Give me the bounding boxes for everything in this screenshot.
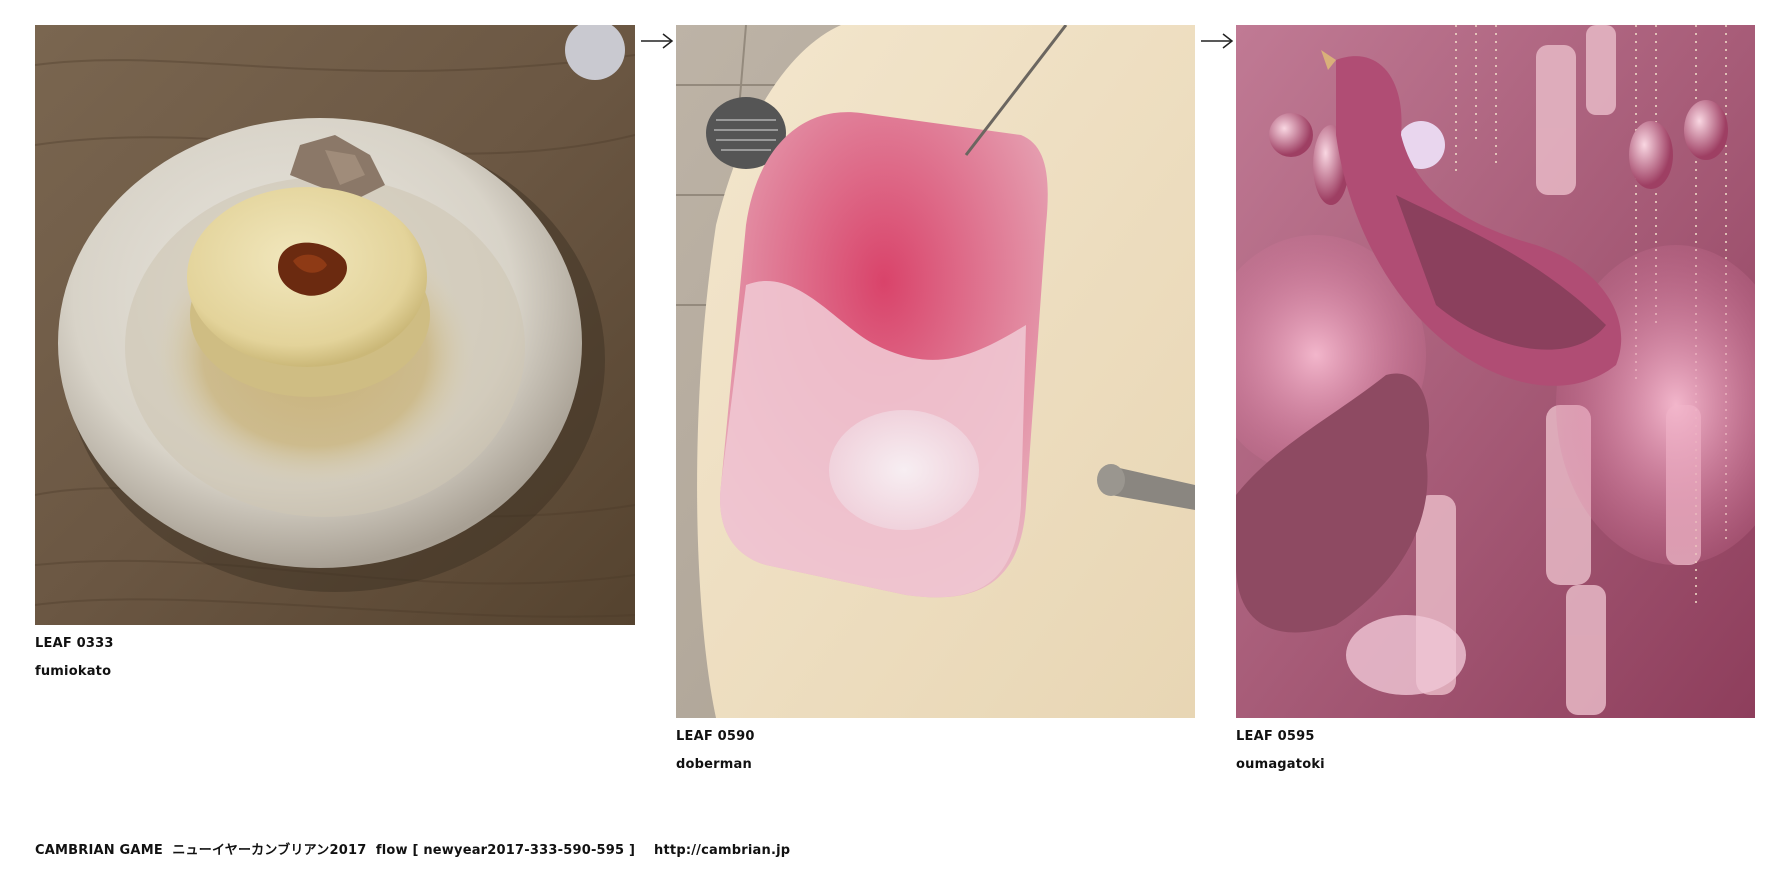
leaf-photo-0333[interactable]	[35, 25, 635, 625]
leaf-author-name[interactable]: fumiokato	[35, 664, 111, 679]
leaf-id-label[interactable]: LEAF 0590	[676, 729, 755, 744]
right-arrow-icon	[640, 32, 674, 50]
leaf-author-name[interactable]: doberman	[676, 757, 752, 772]
leaf-photo-0595[interactable]	[1236, 25, 1755, 718]
daikon-plate-image	[35, 25, 635, 625]
pink-birds-image	[1236, 25, 1755, 718]
right-arrow-icon	[1200, 32, 1234, 50]
leaf-id-label[interactable]: LEAF 0595	[1236, 729, 1315, 744]
page-footer-credit[interactable]: CAMBRIAN GAME ニューイヤーカンブリアン2017 flow [ ne…	[35, 839, 790, 858]
leaf-id-label[interactable]: LEAF 0333	[35, 636, 114, 651]
leaf-photo-0590[interactable]	[676, 25, 1195, 718]
pink-bath-image	[676, 25, 1195, 718]
leaf-author-name[interactable]: oumagatoki	[1236, 757, 1325, 772]
